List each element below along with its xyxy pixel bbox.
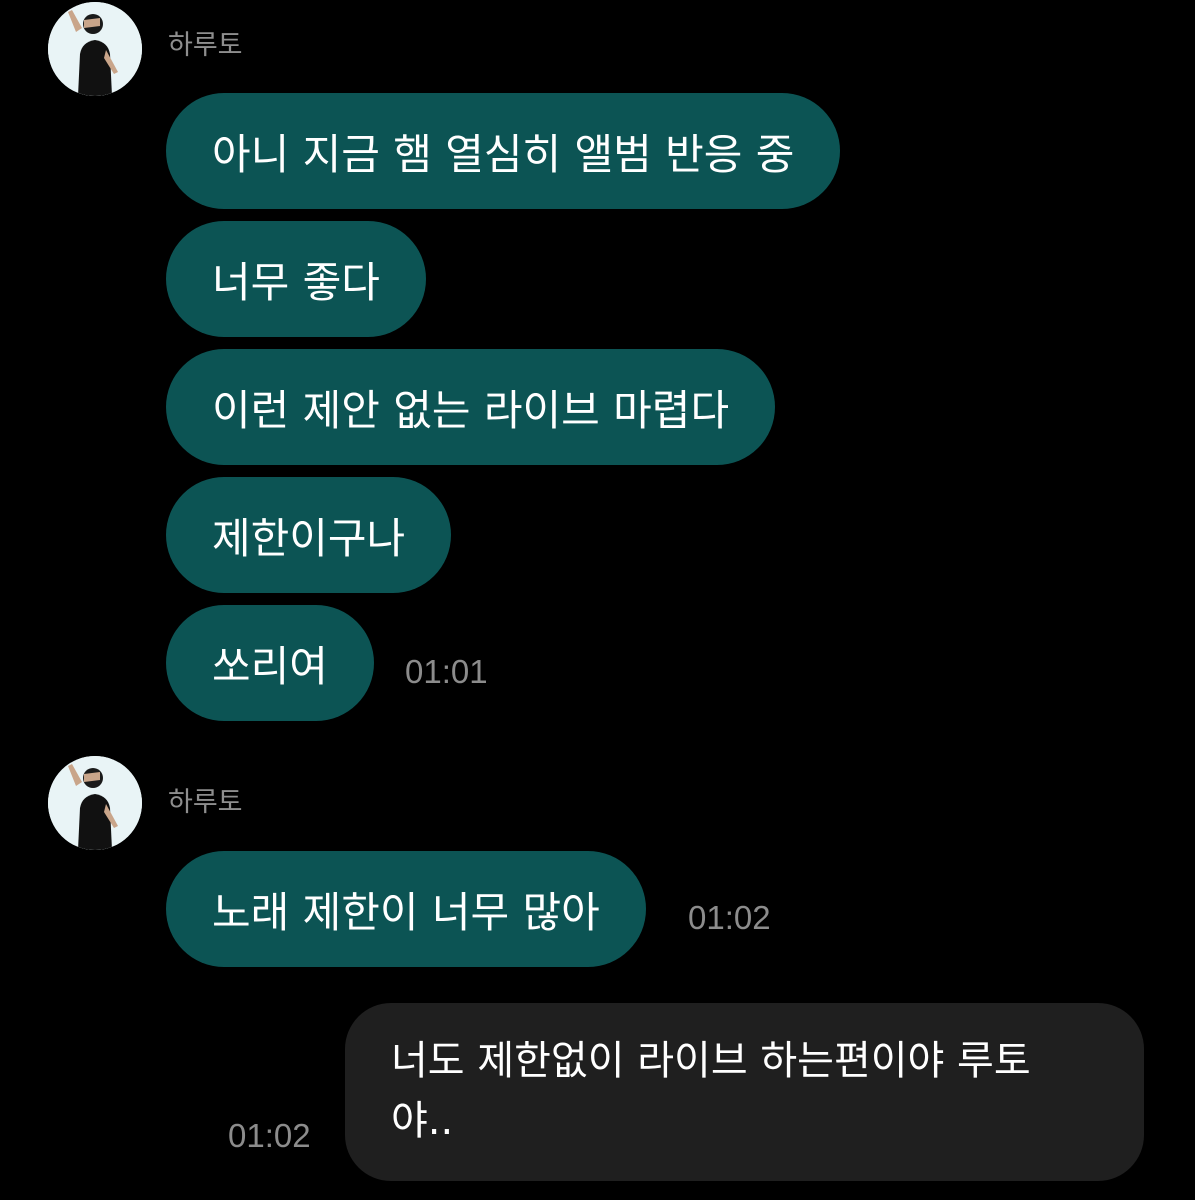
message-text: 제한이구나 xyxy=(212,513,406,563)
profile-photo-icon xyxy=(48,2,142,96)
message-text: 이런 제안 없는 라이브 마렵다 xyxy=(212,385,730,435)
sender-name: 하루토 xyxy=(168,30,243,61)
message-text-line: 야.. xyxy=(391,1098,454,1144)
profile-photo-icon xyxy=(48,756,142,850)
message-bubble[interactable]: 너무 좋다 xyxy=(166,221,426,337)
message-bubble[interactable]: 노래 제한이 너무 많아 xyxy=(166,851,646,967)
sender-avatar[interactable] xyxy=(48,756,142,850)
message-bubble[interactable]: 이런 제안 없는 라이브 마렵다 xyxy=(166,349,776,465)
message-text: 너무 좋다 xyxy=(212,257,380,307)
message-bubble[interactable]: 아니 지금 햄 열심히 앨범 반응 중 xyxy=(166,93,841,209)
message-text: 아니 지금 햄 열심히 앨범 반응 중 xyxy=(212,129,795,179)
message-timestamp: 01:02 xyxy=(228,1117,311,1154)
sender-name: 하루토 xyxy=(168,787,243,818)
outgoing-message-bubble[interactable]: 너도 제한없이 라이브 하는편이야 루토 야.. xyxy=(345,1003,1144,1181)
message-text: 노래 제한이 너무 많아 xyxy=(212,887,600,937)
message-text: 쏘리여 xyxy=(212,641,328,691)
message-timestamp: 01:01 xyxy=(405,653,488,690)
message-text-line: 너도 제한없이 라이브 하는편이야 루토 xyxy=(391,1038,1031,1084)
message-timestamp: 01:02 xyxy=(688,899,771,936)
message-bubble[interactable]: 제한이구나 xyxy=(166,477,452,593)
sender-avatar[interactable] xyxy=(48,2,142,96)
message-bubble[interactable]: 쏘리여 xyxy=(166,605,374,721)
